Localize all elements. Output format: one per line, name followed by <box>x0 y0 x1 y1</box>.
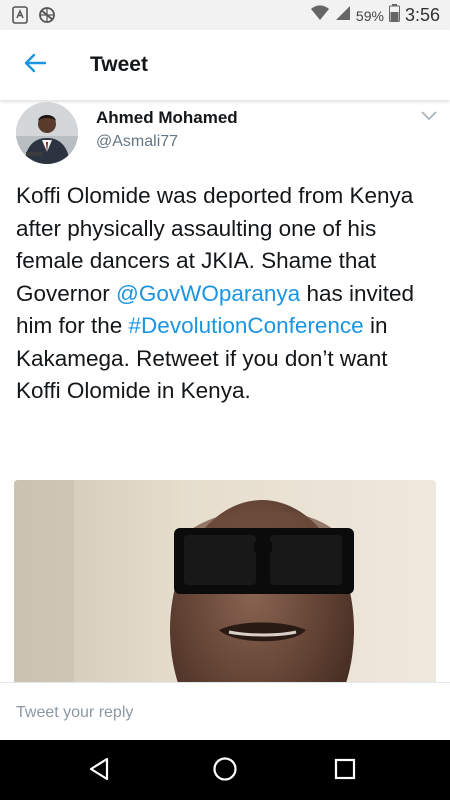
status-time: 3:56 <box>404 5 440 25</box>
status-left-icons <box>12 6 56 29</box>
mention-link[interactable]: @GovWOparanya <box>116 281 300 306</box>
avatar[interactable] <box>16 102 78 164</box>
tweet-text: Koffi Olomide was deported from Kenya af… <box>16 180 436 408</box>
wifi-icon <box>310 5 330 26</box>
app-bar: Tweet <box>0 30 450 100</box>
status-bar: 59% 3:56 <box>0 0 450 30</box>
battery-icon <box>388 4 400 27</box>
back-button[interactable] <box>20 52 50 78</box>
battery-percent: 59% <box>355 7 384 24</box>
recents-icon <box>334 758 356 785</box>
arrow-left-icon <box>23 53 47 78</box>
status-right-icons: 59% 3:56 <box>310 4 440 27</box>
tweet-detail: Ahmed Mohamed @Asmali77 Koffi Olomide wa… <box>0 100 450 682</box>
tweet-options-button[interactable] <box>420 108 438 122</box>
hashtag-link[interactable]: #DevolutionConference <box>129 313 364 338</box>
tweet-media-image[interactable] <box>14 480 436 682</box>
author-handle[interactable]: @Asmali77 <box>96 133 178 151</box>
screenshot-icon <box>12 6 28 29</box>
back-triangle-icon <box>88 757 110 786</box>
reply-placeholder: Tweet your reply <box>16 704 134 721</box>
author-name[interactable]: Ahmed Mohamed <box>96 108 238 128</box>
nav-recents-button[interactable] <box>332 758 358 784</box>
chevron-down-icon <box>420 108 438 125</box>
signal-icon <box>335 5 351 26</box>
system-nav-bar <box>0 740 450 800</box>
page-title: Tweet <box>90 53 148 76</box>
reply-input[interactable]: Tweet your reply <box>0 682 450 740</box>
nav-back-button[interactable] <box>86 757 112 786</box>
nav-home-button[interactable] <box>212 756 238 787</box>
data-saver-icon <box>38 6 56 29</box>
home-icon <box>212 756 238 787</box>
